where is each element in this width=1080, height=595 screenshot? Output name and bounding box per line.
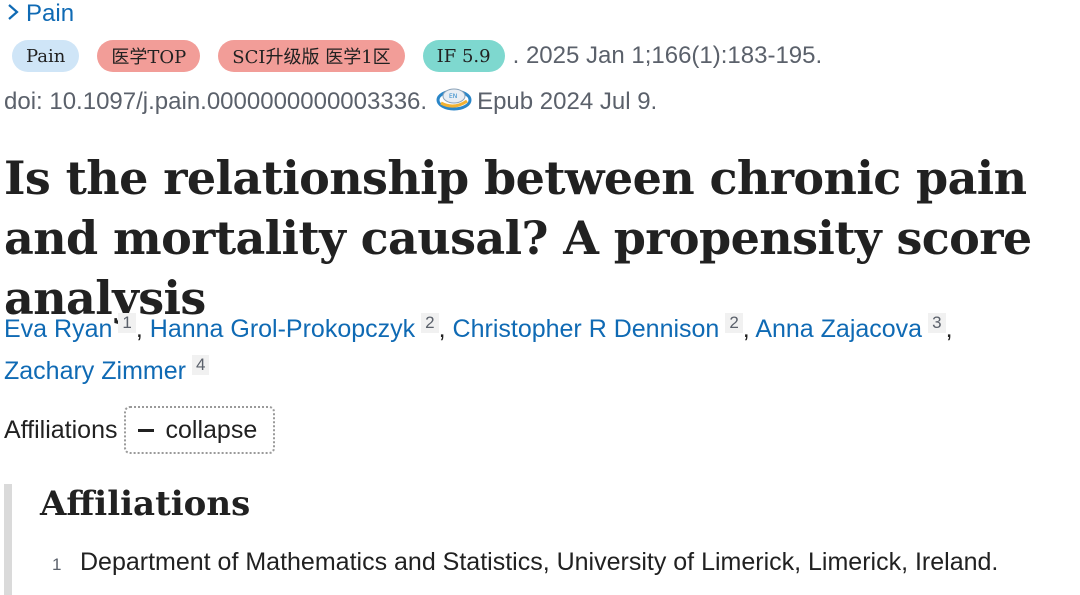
doi-line: doi: 10.1097/j.pain.0000000000003336. EN… bbox=[4, 84, 657, 120]
impact-factor-badge: IF 5.9 bbox=[422, 40, 505, 72]
affiliations-toggle-row: Affiliations collapse bbox=[4, 406, 276, 454]
author-affiliation-ref[interactable]: 1 bbox=[118, 313, 136, 333]
chevron-right-icon bbox=[6, 2, 20, 26]
journal-link[interactable]: Pain bbox=[6, 0, 74, 28]
top-badge: 医学TOP bbox=[97, 40, 201, 72]
author-list: Eva Ryan 1, Hanna Grol-Prokopczyk 2, Chris… bbox=[4, 313, 953, 385]
scihub-icon[interactable]: EN bbox=[435, 84, 473, 116]
minus-icon bbox=[137, 428, 154, 432]
citation-text: . 2025 Jan 1;166(1):183-195. bbox=[512, 42, 823, 69]
author-affiliation-ref[interactable]: 2 bbox=[725, 313, 743, 333]
author-link[interactable]: Hanna Grol-Prokopczyk bbox=[150, 315, 415, 343]
author-affiliation-ref[interactable]: 3 bbox=[928, 313, 946, 333]
journal-link-label[interactable]: Pain bbox=[26, 0, 74, 28]
citation-line: Pain 医学TOP SCI升级版 医学1区 IF 5.9 . 2025 Jan… bbox=[12, 38, 822, 74]
affiliations-label: Affiliations bbox=[4, 415, 118, 444]
author-link[interactable]: Christopher R Dennison bbox=[453, 315, 720, 343]
author-link[interactable]: Anna Zajacova bbox=[755, 315, 922, 343]
affiliation-text: Department of Mathematics and Statistics… bbox=[80, 548, 999, 576]
affiliations-heading: Affiliations bbox=[40, 484, 251, 524]
affiliation-item: 1 Department of Mathematics and Statisti… bbox=[52, 548, 998, 577]
author-link[interactable]: Eva Ryan bbox=[4, 315, 112, 343]
author-link[interactable]: Zachary Zimmer bbox=[4, 357, 186, 385]
doi-text: doi: 10.1097/j.pain.0000000000003336. bbox=[4, 88, 428, 115]
article-title: Is the relationship between chronic pain… bbox=[4, 151, 1032, 325]
author-affiliation-ref[interactable]: 2 bbox=[421, 313, 439, 333]
journal-badge[interactable]: Pain bbox=[12, 40, 80, 72]
sci-rank-badge: SCI升级版 医学1区 bbox=[218, 40, 405, 72]
author-affiliation-ref[interactable]: 4 bbox=[191, 355, 210, 375]
collapse-button-label: collapse bbox=[165, 415, 258, 444]
collapse-affiliations-button[interactable]: collapse bbox=[123, 406, 276, 454]
epub-date: Epub 2024 Jul 9. bbox=[477, 88, 658, 115]
affiliations-panel: Affiliations 1 Department of Mathematics… bbox=[4, 484, 1080, 595]
affiliation-number: 1 bbox=[52, 555, 62, 574]
svg-text:EN: EN bbox=[449, 93, 457, 100]
